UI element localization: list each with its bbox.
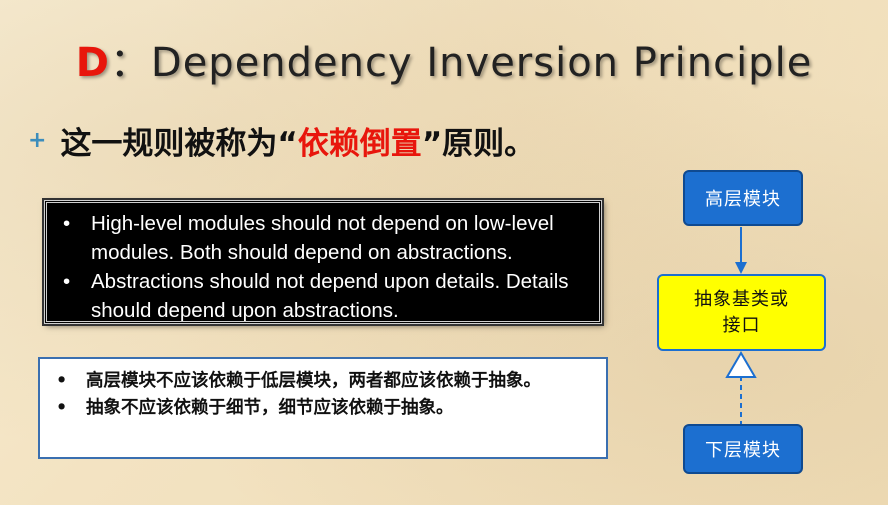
english-definition-box: • High-level modules should not depend on… (42, 198, 604, 326)
abstraction-node: 抽象基类或 接口 (657, 274, 826, 351)
english-item: • High-level modules should not depend on… (57, 209, 589, 267)
title-text: ：Dependency Inversion Principle (109, 40, 813, 86)
inheritance-triangle-icon (725, 351, 757, 378)
main-bullet-text: 这一规则被称为“依赖倒置”原则。 (60, 126, 535, 162)
slide-title: D：Dependency Inversion Principle (0, 30, 888, 88)
high-level-module-node: 高层模块 (683, 170, 803, 226)
chinese-item-text: 高层模块不应该依赖于低层模块，两者都应该依赖于抽象。 (86, 371, 541, 391)
chinese-definition-box: • 高层模块不应该依赖于低层模块，两者都应该依赖于抽象。 • 抽象不应该依赖于细节，… (38, 357, 608, 459)
abstraction-label-line2: 接口 (722, 314, 761, 336)
english-item-text: High-level modules should not depend on … (91, 212, 554, 264)
plus-bullet-icon: + (28, 128, 47, 153)
bullet-dot-icon: • (63, 270, 71, 293)
bullet-dot-icon: • (56, 398, 68, 418)
high-level-module-label: 高层模块 (705, 189, 781, 210)
chinese-item: • 高层模块不应该依赖于低层模块，两者都应该依赖于抽象。 (48, 368, 596, 395)
english-item: • Abstractions should not depend upon det… (57, 267, 589, 325)
bullet-highlight: 依赖倒置 (297, 126, 422, 162)
bullet-suffix: ”原则。 (421, 126, 536, 162)
low-level-module-label: 下层模块 (705, 440, 781, 461)
chinese-item-text: 抽象不应该依赖于细节，细节应该依赖于抽象。 (86, 398, 454, 418)
bullet-prefix: 这一规则被称为“ (60, 126, 298, 162)
main-bullet: + 这一规则被称为“依赖倒置”原则。 (28, 118, 535, 163)
english-item-text: Abstractions should not depend upon deta… (91, 270, 569, 322)
chinese-item: • 抽象不应该依赖于细节，细节应该依赖于抽象。 (48, 395, 596, 422)
bullet-dot-icon: • (56, 371, 68, 391)
abstraction-label-line1: 抽象基类或 (694, 288, 789, 310)
bullet-dot-icon: • (63, 212, 71, 235)
arrow-head-icon (735, 262, 747, 274)
title-letter: D (75, 40, 110, 86)
low-level-module-node: 下层模块 (683, 424, 803, 474)
